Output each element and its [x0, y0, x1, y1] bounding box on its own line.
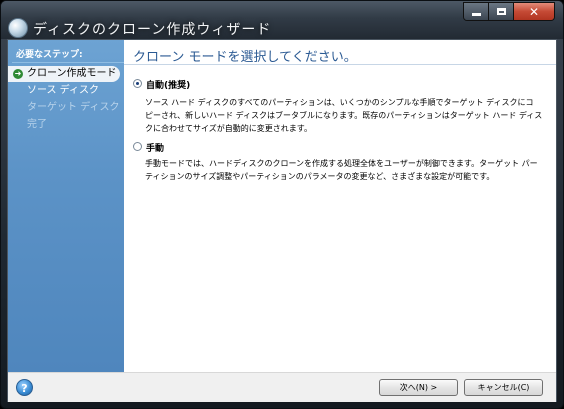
window-controls: ✕ [463, 2, 555, 21]
step-finish: 完了 [8, 117, 124, 133]
wizard-client-area: 必要なステップ: ➜ クローン作成モード ソース ディスク ターゲット ディスク… [7, 39, 557, 402]
description-line: クに合わせてサイズが自動的に変更されます。 [145, 124, 312, 133]
step-label: クローン作成モード [27, 68, 117, 79]
automatic-radio[interactable] [133, 79, 142, 88]
step-label: ターゲット ディスク [27, 102, 120, 113]
description-line: ティションのサイズ調整やパーティションのパラメータの変更など、さまざまな設定が可… [145, 172, 495, 181]
step-clone-mode: ➜ クローン作成モード [8, 66, 120, 82]
minimize-icon [471, 13, 481, 16]
step-source-disk[interactable]: ソース ディスク [8, 83, 124, 99]
app-disc-icon [8, 18, 28, 38]
steps-sidebar: 必要なステップ: ➜ クローン作成モード ソース ディスク ターゲット ディスク… [8, 40, 124, 372]
window-title: ディスクのクローン作成ウィザード [33, 22, 272, 38]
current-step-arrow-icon: ➜ [13, 69, 23, 79]
description-line: ソース ハード ディスクのすべてのパーティションは、いくつかのシンプルな手順でタ… [145, 98, 534, 107]
step-label: 完了 [27, 119, 47, 130]
step-label[interactable]: ソース ディスク [27, 83, 99, 99]
title-divider [124, 64, 556, 65]
page-title: クローン モードを選択してください。 [133, 50, 357, 65]
automatic-label[interactable]: 自動(推奨) [146, 78, 190, 91]
manual-label[interactable]: 手動 [146, 141, 164, 154]
cancel-button[interactable]: キャンセル(C) [464, 379, 543, 396]
manual-radio[interactable] [133, 142, 142, 151]
maximize-icon [496, 8, 506, 15]
sidebar-divider [12, 62, 124, 63]
wizard-window: ディスクのクローン作成ウィザード ✕ 必要なステップ: ➜ クローン作成モード … [0, 0, 564, 409]
description-line: 手動モードでは、ハードディスクのクローンを作成する処理全体をユーザーが制御できま… [145, 159, 538, 168]
help-icon[interactable]: ? [16, 379, 33, 396]
steps-header: 必要なステップ: [16, 50, 83, 60]
close-button[interactable]: ✕ [514, 3, 554, 20]
step-target-disk: ターゲット ディスク [8, 100, 124, 116]
automatic-description: ソース ハード ディスクのすべてのパーティションは、いくつかのシンプルな手順でタ… [145, 96, 545, 135]
content-pane: クローン モードを選択してください。 自動(推奨) ソース ハード ディスクのす… [124, 40, 556, 372]
button-bar: ? 次へ(N) > キャンセル(C) [8, 372, 556, 402]
minimize-button[interactable] [464, 3, 489, 20]
description-line: ピーされ、新しいハード ディスクはブータブルになります。既存のパーティションはタ… [145, 111, 543, 120]
maximize-button[interactable] [489, 3, 514, 20]
title-bar[interactable]: ディスクのクローン作成ウィザード ✕ [1, 1, 563, 39]
manual-description: 手動モードでは、ハードディスクのクローンを作成する処理全体をユーザーが制御できま… [145, 157, 545, 183]
next-button[interactable]: 次へ(N) > [379, 379, 458, 396]
close-icon: ✕ [528, 4, 540, 19]
